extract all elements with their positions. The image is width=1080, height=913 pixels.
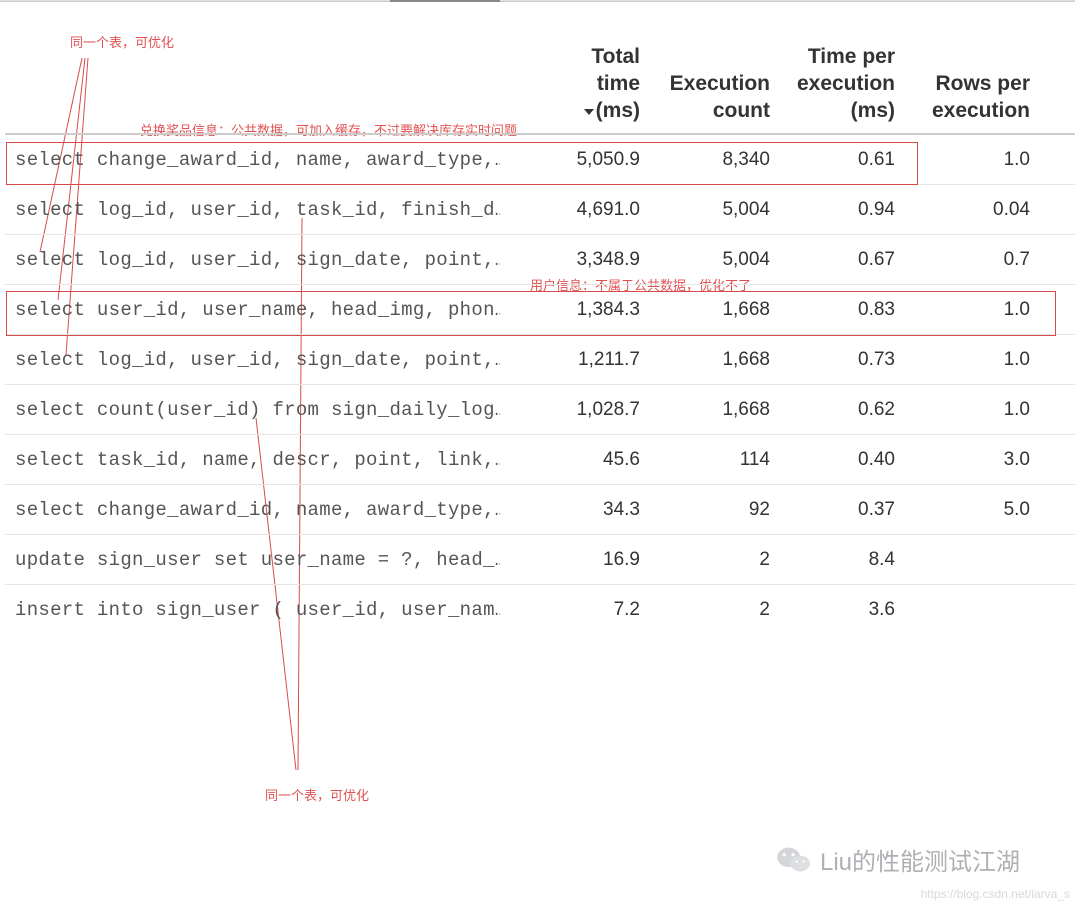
cell-exec-count: 5,004 [650,249,770,271]
watermark-url: https://blog.csdn.net/larva_s [921,887,1070,901]
header-text: (ms) [596,99,640,122]
cell-total-time: 5,050.9 [520,149,640,171]
cell-rows-per-exec: 1.0 [900,349,1030,371]
sql-text: update sign_user set user_name = ?, head… [15,549,500,571]
cell-rows-per-exec: 3.0 [900,449,1030,471]
sql-text: select user_id, user_name, head_img, pho… [15,299,500,321]
cell-rows-per-exec: 0.7 [900,249,1030,271]
cell-time-per-exec: 0.73 [775,349,895,371]
cell-time-per-exec: 3.6 [775,599,895,621]
watermark-text: Liu的性能测试江湖 [820,842,1020,877]
header-text: count [713,99,770,122]
cell-total-time: 3,348.9 [520,249,640,271]
cell-total-time: 1,211.7 [520,349,640,371]
table-row[interactable]: select log_id, user_id, sign_date, point… [5,235,1075,285]
query-table: select change_award_id, name, award_type… [5,135,1075,635]
cell-time-per-exec: 0.61 [775,149,895,171]
header-text: Total [591,45,640,68]
cell-time-per-exec: 0.94 [775,199,895,221]
cell-exec-count: 114 [650,449,770,471]
table-row[interactable]: select task_id, name, descr, point, link… [5,435,1075,485]
cell-total-time: 1,384.3 [520,299,640,321]
cell-rows-per-exec: 0.04 [900,199,1030,221]
cell-time-per-exec: 0.67 [775,249,895,271]
sql-text: select log_id, user_id, sign_date, point… [15,249,500,271]
cell-time-per-exec: 8.4 [775,549,895,571]
cell-time-per-exec: 0.40 [775,449,895,471]
table-row[interactable]: insert into sign_user ( user_id, user_na… [5,585,1075,635]
header-text: execution [797,72,895,95]
tab-inactive-left[interactable] [0,0,390,2]
cell-time-per-exec: 0.62 [775,399,895,421]
cell-total-time: 16.9 [520,549,640,571]
header-text: (ms) [851,99,895,122]
table-row[interactable]: select change_award_id, name, award_type… [5,485,1075,535]
col-rows-per-exec[interactable]: Rows per execution [900,71,1030,125]
cell-time-per-exec: 0.37 [775,499,895,521]
table-header: Total time (ms) Execution count Time per… [5,40,1075,135]
table-row[interactable]: select count(user_id) from sign_daily_lo… [5,385,1075,435]
sort-desc-icon [584,109,594,115]
sql-text: select task_id, name, descr, point, link… [15,449,500,471]
watermark: Liu的性能测试江湖 [776,842,1020,877]
tab-inactive-right[interactable] [500,0,1075,2]
table-row[interactable]: select change_award_id, name, award_type… [5,135,1075,185]
cell-exec-count: 2 [650,599,770,621]
sql-text: select log_id, user_id, task_id, finish_… [15,199,500,221]
cell-total-time: 1,028.7 [520,399,640,421]
cell-time-per-exec: 0.83 [775,299,895,321]
sql-text: select log_id, user_id, sign_date, point… [15,349,500,371]
tab-strip [0,0,1075,2]
header-text: Rows per [935,72,1030,95]
header-text: time [597,72,640,95]
header-text: execution [932,99,1030,122]
sql-text: select change_award_id, name, award_type… [15,499,500,521]
cell-total-time: 45.6 [520,449,640,471]
cell-exec-count: 1,668 [650,349,770,371]
table-row[interactable]: update sign_user set user_name = ?, head… [5,535,1075,585]
cell-total-time: 4,691.0 [520,199,640,221]
cell-exec-count: 5,004 [650,199,770,221]
cell-rows-per-exec: 1.0 [900,299,1030,321]
table-row[interactable]: select log_id, user_id, task_id, finish_… [5,185,1075,235]
wechat-icon [776,845,812,875]
sql-text: insert into sign_user ( user_id, user_na… [15,599,500,621]
cell-exec-count: 92 [650,499,770,521]
cell-total-time: 7.2 [520,599,640,621]
cell-rows-per-exec: 1.0 [900,149,1030,171]
header-text: Execution [670,72,770,95]
cell-exec-count: 1,668 [650,299,770,321]
table-row[interactable]: select log_id, user_id, sign_date, point… [5,335,1075,385]
sql-text: select change_award_id, name, award_type… [15,149,500,171]
cell-exec-count: 1,668 [650,399,770,421]
tab-active[interactable] [390,0,500,2]
cell-exec-count: 2 [650,549,770,571]
cell-exec-count: 8,340 [650,149,770,171]
col-execution-count[interactable]: Execution count [650,71,770,125]
cell-total-time: 34.3 [520,499,640,521]
cell-rows-per-exec: 1.0 [900,399,1030,421]
col-time-per-exec[interactable]: Time per execution (ms) [775,44,895,125]
col-total-time[interactable]: Total time (ms) [520,44,640,125]
annotation-bottom: 同一个表，可优化 [265,785,369,804]
sql-text: select count(user_id) from sign_daily_lo… [15,399,500,421]
table-row[interactable]: select user_id, user_name, head_img, pho… [5,285,1075,335]
cell-rows-per-exec: 5.0 [900,499,1030,521]
header-text: Time per [808,45,895,68]
